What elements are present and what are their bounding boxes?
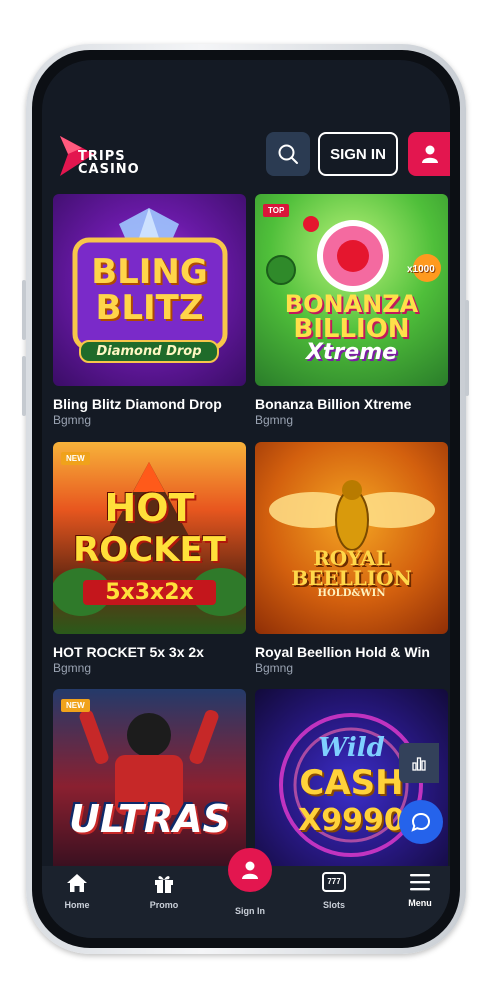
nav-signin-label: Sign In	[235, 906, 265, 916]
art-title-line-1: HOT	[104, 486, 195, 530]
account-button[interactable]	[408, 132, 450, 176]
game-thumbnail[interactable]: NEW HOT ROCKET 5x3x2x	[53, 442, 246, 634]
art-title-line-3: HOLD&WIN	[317, 588, 386, 599]
gift-icon	[155, 876, 173, 893]
sign-in-button[interactable]: SIGN IN	[318, 132, 398, 176]
game-provider: Bgmng	[255, 661, 294, 675]
game-provider: Bgmng	[53, 661, 92, 675]
game-title[interactable]: Royal Beellion Hold & Win	[255, 644, 450, 660]
art-title-line-2: BEELLION	[291, 566, 412, 590]
art-title-line-2: BLITZ	[95, 288, 204, 328]
search-button[interactable]	[266, 132, 310, 176]
power-button	[465, 300, 469, 396]
user-icon	[242, 861, 258, 879]
top-badge: TOP	[263, 204, 290, 217]
stats-button[interactable]	[399, 743, 439, 783]
app-screen: TRIPS CASINO SIGN IN BLING BLITZ Diamond…	[42, 60, 450, 938]
art-title-line-3: 5x3x2x	[83, 580, 216, 605]
home-icon	[67, 874, 87, 892]
game-title[interactable]: Bonanza Billion Xtreme	[255, 396, 450, 412]
slots-icon: 777	[322, 872, 346, 892]
logo-line-2: CASINO	[78, 162, 140, 177]
art-title-line-1: BLING	[91, 252, 208, 292]
logo-text: TRIPS CASINO	[78, 150, 140, 176]
nav-home[interactable]: Home	[47, 872, 107, 910]
trips-casino-logo[interactable]: TRIPS CASINO	[54, 132, 150, 180]
user-icon	[422, 145, 438, 163]
chat-icon	[411, 812, 431, 832]
nav-signin[interactable]: Sign In	[220, 906, 280, 916]
new-badge: NEW	[61, 699, 90, 712]
search-icon	[278, 144, 298, 164]
nav-promo[interactable]: Promo	[134, 872, 194, 910]
volume-down-button	[22, 356, 26, 416]
game-thumbnail[interactable]: ROYAL BEELLION HOLD&WIN	[255, 442, 448, 634]
chat-button[interactable]	[399, 800, 443, 844]
game-thumbnail[interactable]: NEW ULTRAS	[53, 689, 246, 867]
game-thumbnail[interactable]: BLING BLITZ Diamond Drop	[53, 194, 246, 386]
art-title-line-1: ULTRAS	[69, 797, 230, 841]
menu-icon	[410, 874, 430, 891]
sign-in-fab[interactable]	[228, 848, 272, 892]
multiplier-badge: x1000	[407, 264, 435, 275]
nav-home-label: Home	[64, 900, 90, 910]
bar-chart-icon	[412, 757, 426, 771]
volume-up-button	[22, 280, 26, 340]
nav-slots-label: Slots	[322, 900, 345, 910]
app-header: TRIPS CASINO SIGN IN	[42, 128, 450, 180]
game-title[interactable]: Bling Blitz Diamond Drop	[53, 396, 253, 412]
nav-promo-label: Promo	[149, 900, 179, 910]
nav-menu[interactable]: Menu	[390, 872, 450, 908]
game-provider: Bgmng	[53, 413, 92, 427]
new-badge: NEW	[61, 452, 90, 465]
game-provider: Bgmng	[255, 413, 294, 427]
game-thumbnail[interactable]: TOP x1000 BONANZA BILLION Xtreme	[255, 194, 448, 386]
art-title-line-2: ROCKET	[73, 530, 226, 570]
nav-slots[interactable]: 777 Slots	[304, 872, 364, 910]
nav-menu-label: Menu	[408, 898, 432, 908]
art-title-line-3: Xtreme	[305, 340, 398, 365]
bee-art-icon	[269, 480, 435, 551]
game-title[interactable]: HOT ROCKET 5x 3x 2x	[53, 644, 253, 660]
art-title-line-3: Diamond Drop	[79, 340, 219, 363]
